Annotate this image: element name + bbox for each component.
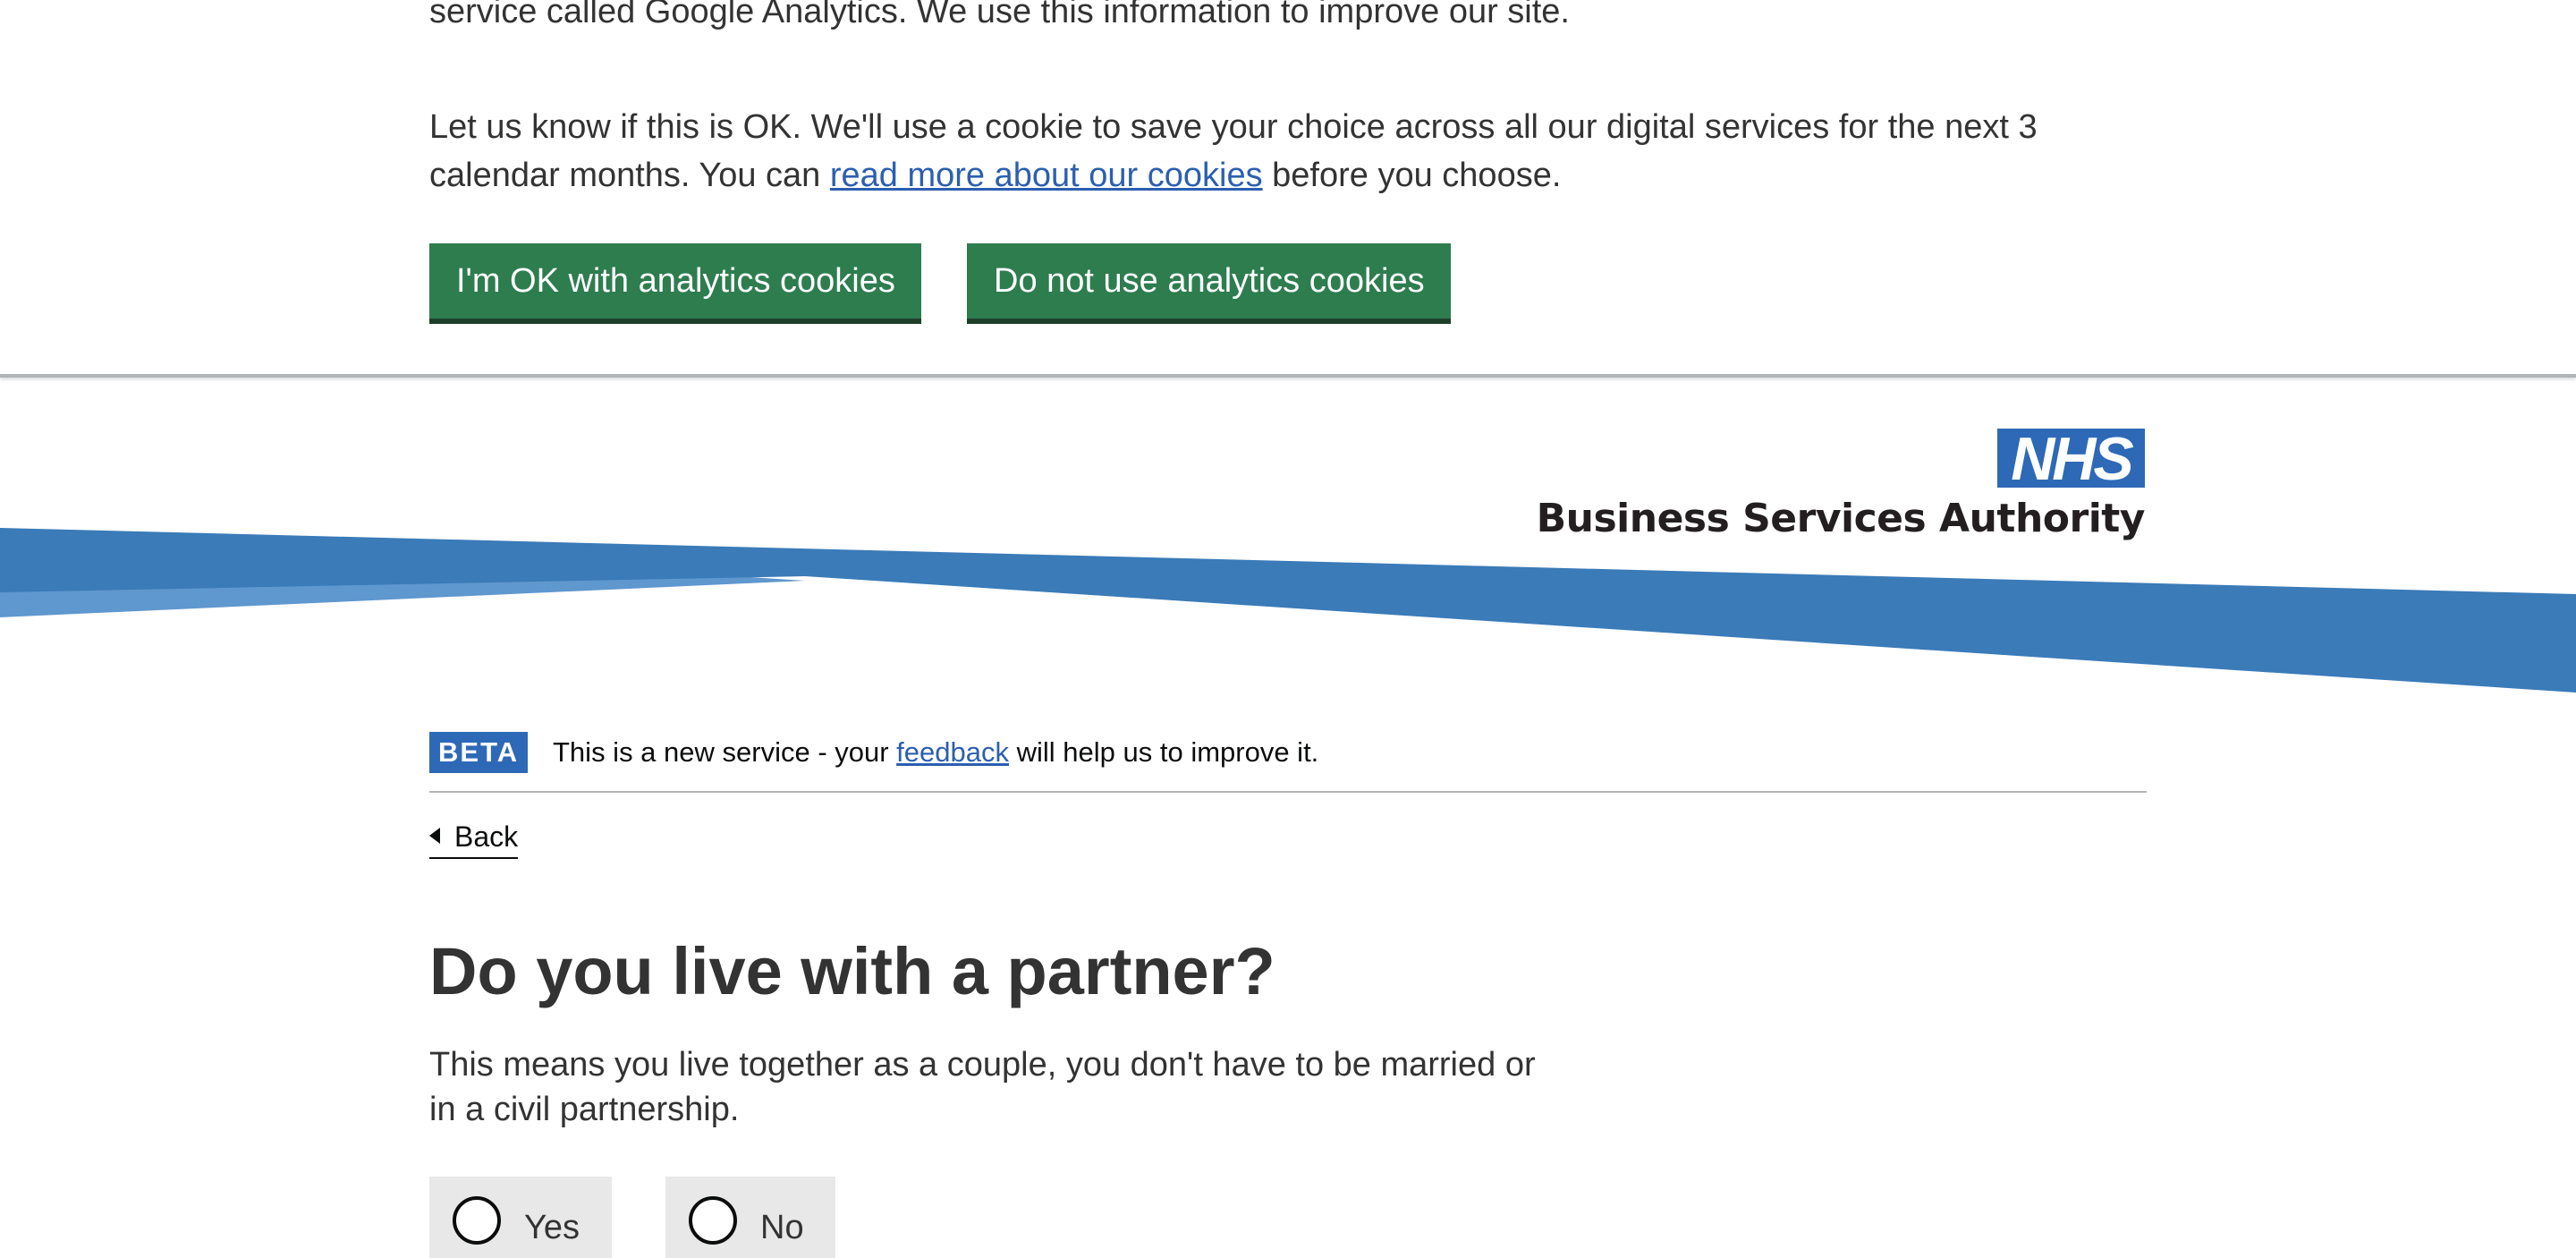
radio-no-input[interactable] xyxy=(689,1196,737,1245)
phase-banner: BETA This is a new service - your feedba… xyxy=(429,732,2147,793)
nhs-logo-text: NHS xyxy=(2011,425,2134,493)
read-more-cookies-link[interactable]: read more about our cookies xyxy=(830,157,1263,194)
cookie-banner: service called Google Analytics. We use … xyxy=(0,0,2576,378)
radio-yes-label[interactable]: Yes xyxy=(524,1203,580,1252)
beta-tag: BETA xyxy=(429,732,529,773)
cookie-banner-paragraph-1: service called Google Analytics. We use … xyxy=(429,0,1570,30)
phase-text-after: will help us to improve it. xyxy=(1009,736,1319,768)
question-hint: This means you live together as a couple… xyxy=(429,1046,1536,1128)
nhs-logo[interactable]: NHS xyxy=(1997,425,2145,493)
radio-option-yes[interactable]: Yes xyxy=(429,1177,612,1258)
header-swoosh-graphic xyxy=(0,528,2576,693)
reject-analytics-cookies-button[interactable]: Do not use analytics cookies xyxy=(967,243,1451,324)
radio-yes-input[interactable] xyxy=(453,1196,501,1245)
cookie-banner-paragraph-2: Let us know if this is OK. We'll use a c… xyxy=(429,103,2038,200)
question-title: Do you live with a partner? xyxy=(429,934,1275,1008)
back-link[interactable]: Back xyxy=(429,816,519,859)
back-arrow-icon xyxy=(429,828,440,844)
organisation-name: Business Services Authority xyxy=(1536,496,2146,541)
cookie-text-line-2-before: calendar months. You can xyxy=(429,157,830,194)
radio-no-label[interactable]: No xyxy=(760,1203,804,1252)
back-link-label: Back xyxy=(454,820,519,853)
swoosh-dark-band xyxy=(0,528,2576,693)
accept-analytics-cookies-button[interactable]: I'm OK with analytics cookies xyxy=(429,243,921,324)
feedback-link[interactable]: feedback xyxy=(896,736,1009,768)
phase-text-before: This is a new service - your xyxy=(553,736,897,768)
phase-banner-text: This is a new service - your feedback wi… xyxy=(553,732,1318,773)
radio-option-no[interactable]: No xyxy=(665,1177,835,1258)
site-header: NHS Business Services Authority xyxy=(0,378,2576,718)
page: service called Google Analytics. We use … xyxy=(0,0,2576,1258)
cookie-text-line-1: Let us know if this is OK. We'll use a c… xyxy=(429,108,2038,146)
cookie-text-line-2-after: before you choose. xyxy=(1262,157,1562,194)
